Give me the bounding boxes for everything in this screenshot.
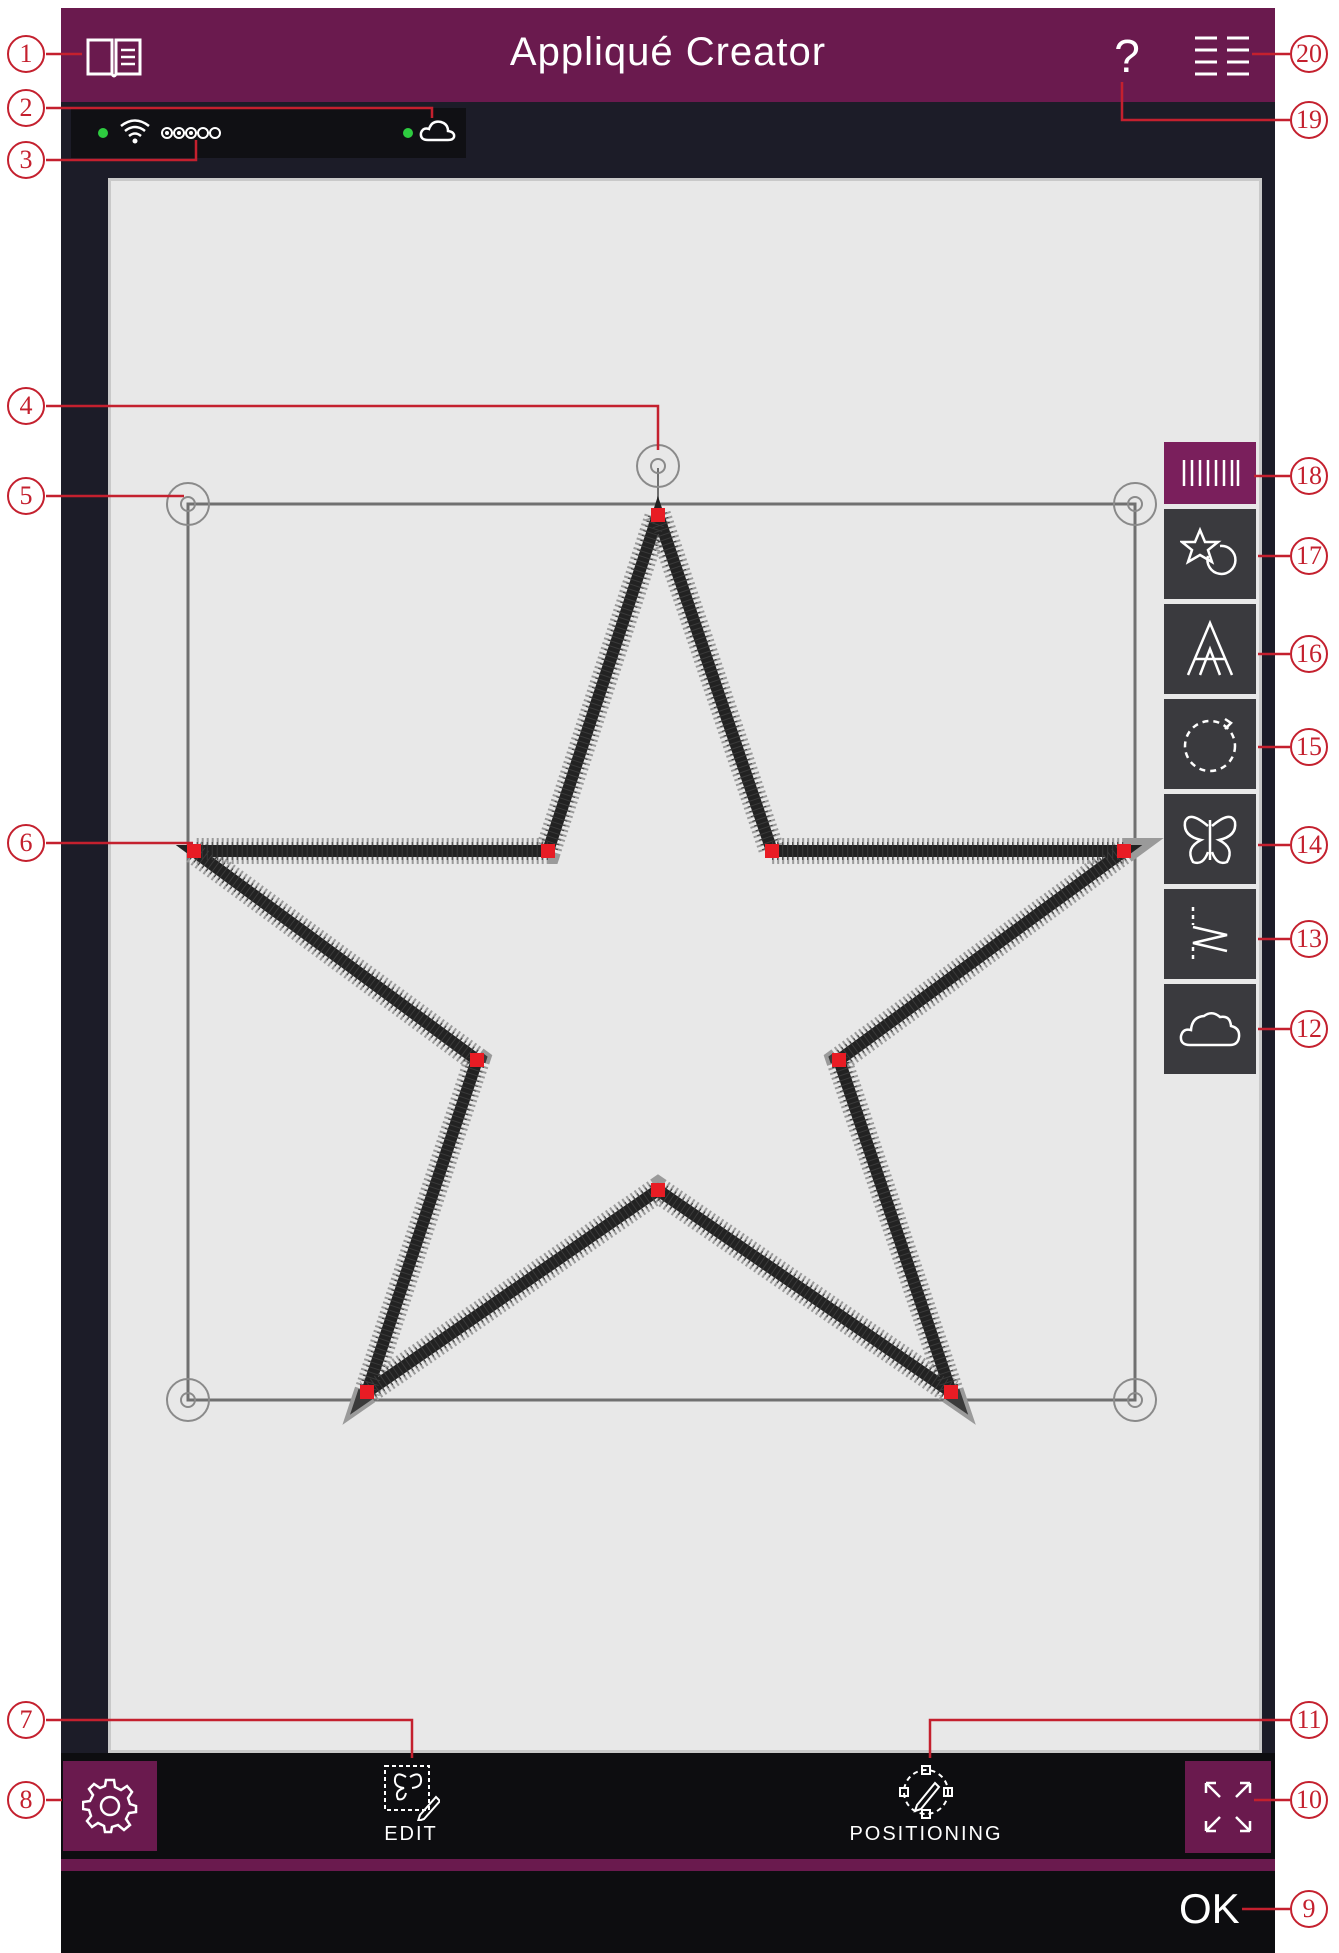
callout-7: 7 xyxy=(7,1701,45,1739)
callout-4: 4 xyxy=(7,387,45,425)
callout-3: 3 xyxy=(7,141,45,179)
callout-line xyxy=(46,140,198,162)
callout-8: 8 xyxy=(7,1781,45,1819)
callout-14: 14 xyxy=(1290,826,1328,864)
callout-13: 13 xyxy=(1290,920,1328,958)
callout-line xyxy=(928,1718,1290,1758)
callout-18: 18 xyxy=(1290,457,1328,495)
callout-11: 11 xyxy=(1290,1701,1328,1739)
callout-line xyxy=(46,404,660,450)
callout-1: 1 xyxy=(7,35,45,73)
callout-16: 16 xyxy=(1290,635,1328,673)
callout-lines xyxy=(46,52,1290,1911)
callout-line xyxy=(46,106,434,118)
callout-10: 10 xyxy=(1290,1781,1328,1819)
callout-12: 12 xyxy=(1290,1010,1328,1048)
callout-6: 6 xyxy=(7,824,45,862)
callout-line xyxy=(46,1718,414,1758)
callout-5: 5 xyxy=(7,477,45,515)
callout-19: 19 xyxy=(1290,101,1328,139)
callout-15: 15 xyxy=(1290,728,1328,766)
callout-line xyxy=(1120,82,1290,122)
callout-2: 2 xyxy=(7,89,45,127)
callout-9: 9 xyxy=(1290,1890,1328,1928)
callout-20: 20 xyxy=(1290,35,1328,73)
callout-17: 17 xyxy=(1290,537,1328,575)
